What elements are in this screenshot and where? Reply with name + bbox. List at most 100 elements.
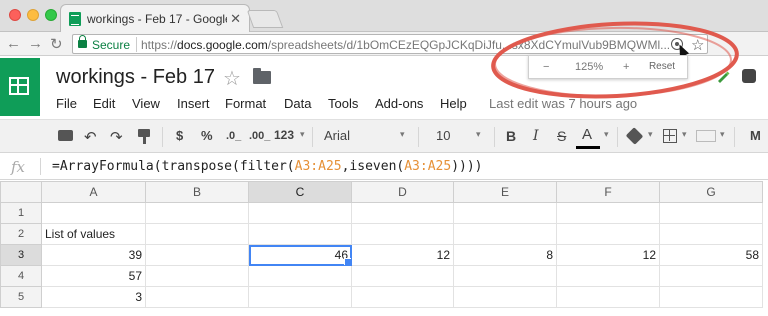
strikethrough-button[interactable]: S <box>557 128 566 144</box>
font-family-select[interactable]: Arial <box>324 128 350 143</box>
decrease-decimal-button[interactable]: .0_ <box>226 130 241 142</box>
cell[interactable] <box>453 223 557 245</box>
bookmark-star-icon[interactable]: ☆ <box>691 36 704 54</box>
borders-dropdown-icon[interactable]: ▾ <box>682 129 687 140</box>
cell[interactable] <box>556 286 660 308</box>
column-header-g[interactable]: G <box>659 181 763 203</box>
currency-format-button[interactable]: $ <box>176 128 183 143</box>
cell[interactable]: 39 <box>41 244 146 266</box>
close-window-button[interactable] <box>9 9 21 21</box>
font-size-dropdown-icon[interactable]: ▾ <box>476 129 481 140</box>
cell[interactable] <box>351 223 454 245</box>
minimize-window-button[interactable] <box>27 9 39 21</box>
cell[interactable]: 3 <box>41 286 146 308</box>
row-header[interactable]: 4 <box>0 265 42 287</box>
column-header-f[interactable]: F <box>556 181 660 203</box>
cell[interactable]: 12 <box>556 244 660 266</box>
cell[interactable] <box>659 223 763 245</box>
cell[interactable] <box>659 265 763 287</box>
more-toolbar-button[interactable]: M <box>750 128 761 143</box>
text-color-dropdown-icon[interactable]: ▾ <box>604 129 609 140</box>
star-document-icon[interactable]: ☆ <box>223 66 241 91</box>
cell[interactable] <box>453 202 557 224</box>
text-color-button[interactable]: A <box>582 126 592 143</box>
cell[interactable] <box>248 202 352 224</box>
document-title[interactable]: workings - Feb 17 <box>56 66 215 89</box>
cell[interactable] <box>248 223 352 245</box>
more-formats-dropdown-icon[interactable]: ▾ <box>300 129 305 140</box>
row-header[interactable]: 2 <box>0 223 42 245</box>
merge-dropdown-icon[interactable]: ▾ <box>720 129 725 140</box>
menu-tools[interactable]: Tools <box>328 96 358 111</box>
column-header-c[interactable]: C <box>248 181 352 203</box>
bold-button[interactable]: B <box>506 128 516 144</box>
cell[interactable] <box>659 286 763 308</box>
menu-format[interactable]: Format <box>225 96 266 111</box>
row-header[interactable]: 3 <box>0 244 42 266</box>
increase-decimal-button[interactable]: .00_ <box>249 130 270 142</box>
fill-color-dropdown-icon[interactable]: ▾ <box>648 129 653 140</box>
row-header[interactable]: 1 <box>0 202 42 224</box>
more-formats-button[interactable]: 123 <box>274 128 294 142</box>
menu-view[interactable]: View <box>132 96 160 111</box>
percent-format-button[interactable]: % <box>201 128 213 143</box>
cell[interactable] <box>145 244 249 266</box>
column-header-a[interactable]: A <box>41 181 146 203</box>
zoom-in-button[interactable]: + <box>623 61 629 73</box>
address-bar[interactable]: Secure https://docs.google.com/spreadshe… <box>72 34 708 58</box>
row-header[interactable]: 5 <box>0 286 42 308</box>
new-tab-button[interactable] <box>246 10 284 28</box>
menu-file[interactable]: File <box>56 96 77 111</box>
menu-edit[interactable]: Edit <box>93 96 115 111</box>
paint-format-icon[interactable] <box>138 129 150 144</box>
cell[interactable] <box>248 265 352 287</box>
folder-icon[interactable] <box>253 68 271 84</box>
menu-help[interactable]: Help <box>440 96 467 111</box>
borders-icon[interactable] <box>663 129 677 143</box>
cell[interactable] <box>351 202 454 224</box>
back-arrow-icon[interactable]: ← <box>6 35 21 52</box>
menu-add-ons[interactable]: Add-ons <box>375 96 423 111</box>
cell[interactable] <box>351 286 454 308</box>
zoom-out-button[interactable]: − <box>543 61 549 73</box>
cell[interactable]: 58 <box>659 244 763 266</box>
active-cell[interactable]: 46 <box>248 244 352 266</box>
cell[interactable] <box>145 202 249 224</box>
last-edit-status[interactable]: Last edit was 7 hours ago <box>489 96 637 111</box>
sheets-logo-icon[interactable] <box>0 58 40 116</box>
undo-icon[interactable]: ↶ <box>84 128 97 146</box>
column-header-b[interactable]: B <box>145 181 249 203</box>
tab-close-icon[interactable]: ✕ <box>230 11 241 27</box>
reload-icon[interactable]: ↻ <box>50 35 63 53</box>
cell[interactable] <box>41 202 146 224</box>
zoom-reset-button[interactable]: Reset <box>641 59 683 75</box>
column-header-e[interactable]: E <box>453 181 557 203</box>
extension-icon[interactable] <box>742 69 756 83</box>
font-family-dropdown-icon[interactable]: ▾ <box>400 129 405 140</box>
cell[interactable]: List of values <box>41 223 146 245</box>
cell[interactable]: 12 <box>351 244 454 266</box>
print-icon[interactable] <box>58 130 73 141</box>
maximize-window-button[interactable] <box>45 9 57 21</box>
cell[interactable]: 8 <box>453 244 557 266</box>
cell[interactable] <box>556 223 660 245</box>
cell[interactable]: 57 <box>41 265 146 287</box>
italic-button[interactable]: I <box>533 128 539 144</box>
formula-input[interactable]: =ArrayFormula(transpose(filter(A3:A25,is… <box>52 159 483 174</box>
column-header-d[interactable]: D <box>351 181 454 203</box>
cell[interactable] <box>659 202 763 224</box>
cell[interactable] <box>145 286 249 308</box>
select-all-corner[interactable] <box>0 181 42 203</box>
merge-cells-icon[interactable] <box>696 130 716 142</box>
forward-arrow-icon[interactable]: → <box>28 35 43 52</box>
cell[interactable] <box>248 286 352 308</box>
cell[interactable] <box>351 265 454 287</box>
menu-data[interactable]: Data <box>284 96 311 111</box>
cell[interactable] <box>145 265 249 287</box>
cell[interactable] <box>556 202 660 224</box>
cell[interactable] <box>453 265 557 287</box>
cell[interactable] <box>145 223 249 245</box>
cell[interactable] <box>453 286 557 308</box>
extension-pen-icon[interactable] <box>716 69 730 83</box>
cell[interactable] <box>556 265 660 287</box>
